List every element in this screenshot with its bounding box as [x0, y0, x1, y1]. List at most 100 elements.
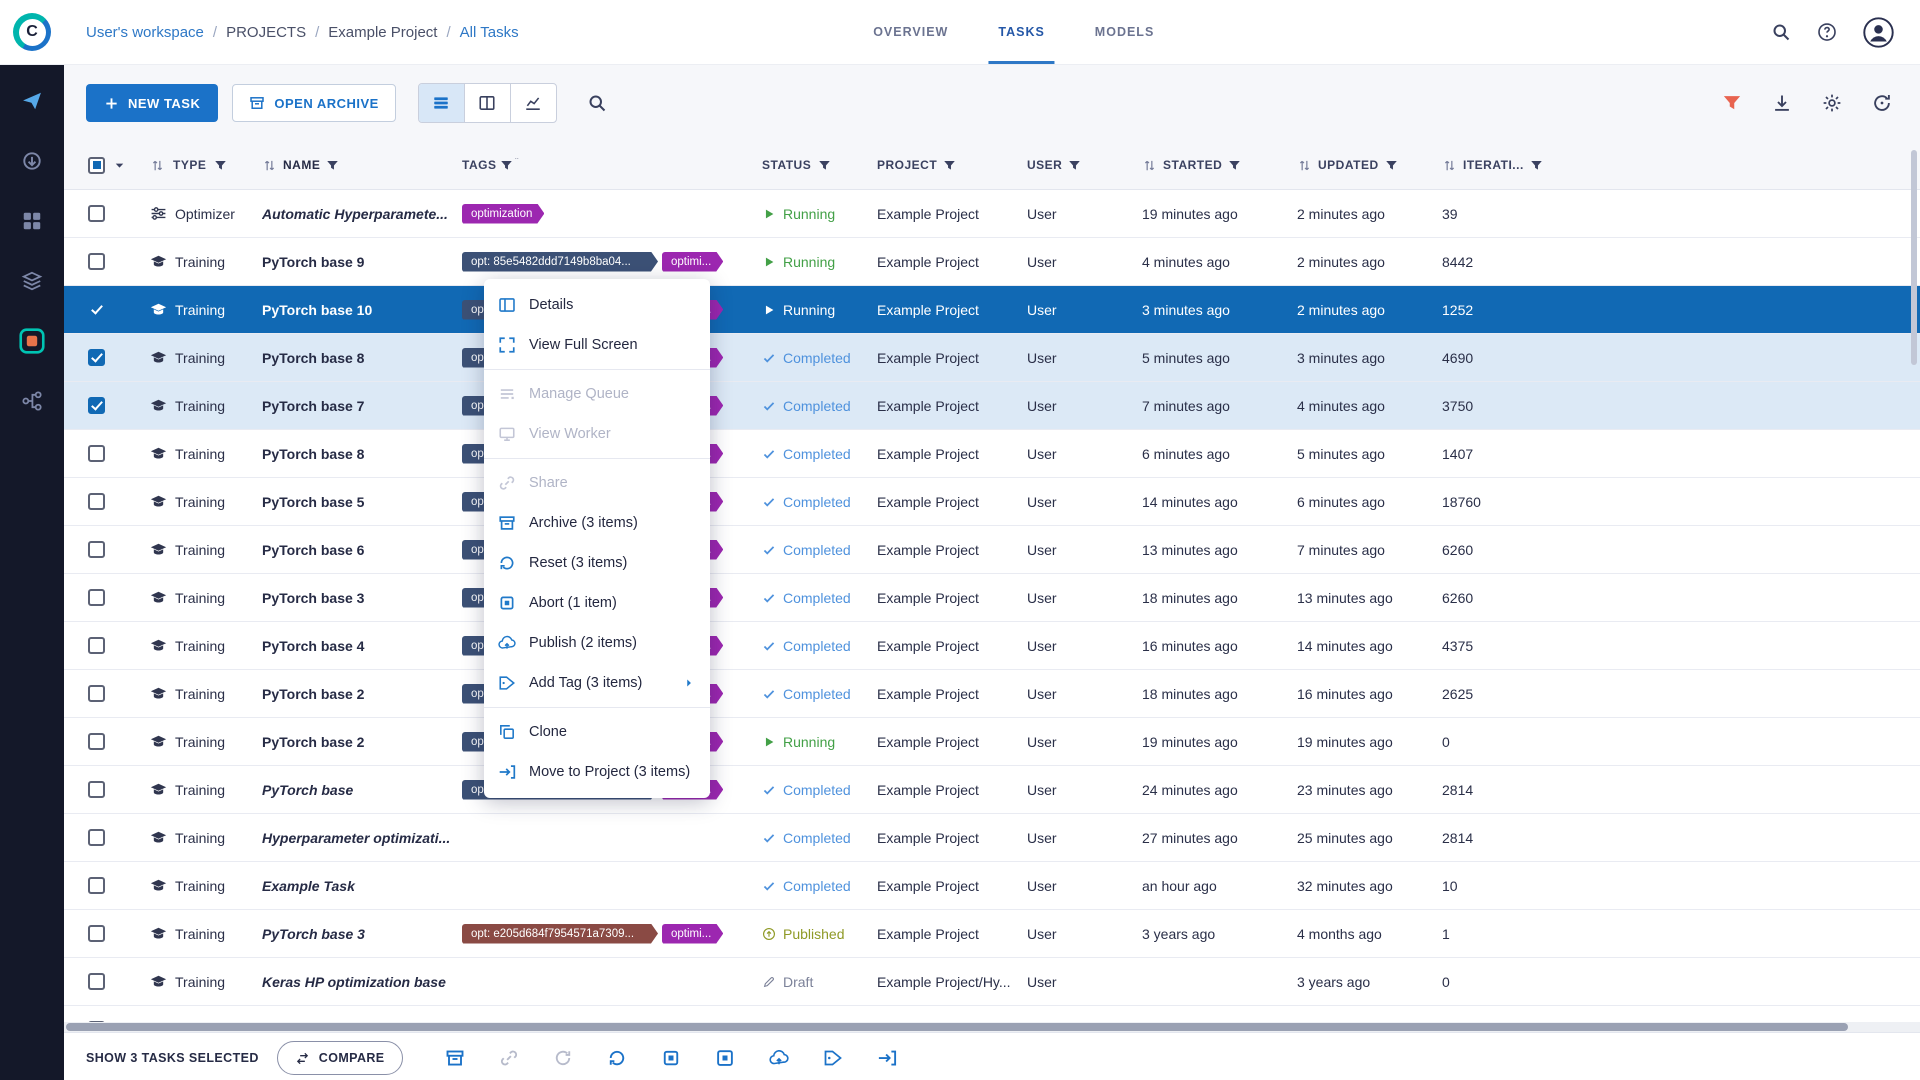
- tag-chip[interactable]: opt: 85e5482ddd7149b8ba04...: [462, 252, 658, 272]
- row-checkbox[interactable]: [88, 589, 105, 606]
- archive-action[interactable]: [445, 1048, 465, 1068]
- tag-chip[interactable]: optimization: [462, 204, 544, 224]
- task-row[interactable]: TrainingPyTorch base 2opt: ...optimi...R…: [64, 718, 1920, 766]
- task-row[interactable]: TrainingPyTorch base 5opt: ...optimi...C…: [64, 478, 1920, 526]
- filter-icon[interactable]: [1530, 159, 1543, 172]
- horizontal-scrollbar-thumb[interactable]: [66, 1023, 1848, 1031]
- task-row[interactable]: Optimizer Automatic Hyperparamete... optim…: [64, 190, 1920, 238]
- sidebar-item-dashboard[interactable]: [12, 201, 52, 241]
- horizontal-scrollbar[interactable]: [64, 1022, 1920, 1032]
- sidebar-item-pipelines[interactable]: [12, 381, 52, 421]
- card-view-button[interactable]: [465, 84, 511, 122]
- row-checkbox[interactable]: [88, 733, 105, 750]
- menu-item-abort-1-item[interactable]: Abort (1 item): [484, 583, 710, 623]
- row-checkbox[interactable]: [88, 925, 105, 942]
- sidebar-item-datasets[interactable]: [12, 261, 52, 301]
- menu-item-move-to-project-3-items[interactable]: Move to Project (3 items): [484, 752, 710, 792]
- filter-icon[interactable]: [1228, 159, 1241, 172]
- task-row[interactable]: Training PyTorch base 9 opt: 85e5482ddd714…: [64, 238, 1920, 286]
- search-icon[interactable]: [1771, 22, 1791, 42]
- row-checkbox[interactable]: [88, 445, 105, 462]
- task-row[interactable]: TrainingPyTorch base 4opt: ...optimi...C…: [64, 622, 1920, 670]
- filter-icon[interactable]: *: [500, 158, 519, 172]
- row-checkbox[interactable]: [88, 349, 105, 366]
- filter-icon[interactable]: [326, 159, 339, 172]
- row-checkbox[interactable]: [88, 205, 105, 222]
- filter-icon[interactable]: [1722, 93, 1742, 113]
- task-updated: 19 minutes ago: [1297, 733, 1393, 750]
- sidebar-item-model-serving[interactable]: [12, 141, 52, 181]
- menu-item-add-tag-3-items[interactable]: Add Tag (3 items): [484, 663, 710, 703]
- tab-overview[interactable]: OVERVIEW: [853, 0, 968, 64]
- search-icon[interactable]: [587, 93, 607, 113]
- chart-view-button[interactable]: [511, 84, 556, 122]
- task-row[interactable]: TrainingPyTorch base 8opt: ...optimi...C…: [64, 334, 1920, 382]
- task-row[interactable]: TrainingPyTorch base 6opt: ...optimi...C…: [64, 526, 1920, 574]
- cell-updated: 4 minutes ago: [1297, 382, 1442, 429]
- task-row[interactable]: TrainingPyTorch base 3opt: ...optimi...C…: [64, 574, 1920, 622]
- task-row[interactable]: TrainingPyTorch base 2opt: ...optimi...C…: [64, 670, 1920, 718]
- app-logo[interactable]: C: [0, 13, 64, 51]
- open-archive-button[interactable]: OPEN ARCHIVE: [232, 84, 396, 122]
- tag-chip[interactable]: opt: e205d684f7954571a7309...: [462, 924, 658, 944]
- task-row[interactable]: TrainingPyTorch base 8opt: ...optimi...C…: [64, 430, 1920, 478]
- row-checkbox[interactable]: [88, 877, 105, 894]
- filter-icon[interactable]: [818, 159, 831, 172]
- reset-action[interactable]: [607, 1048, 627, 1068]
- row-checkbox[interactable]: [88, 541, 105, 558]
- filter-icon[interactable]: [214, 159, 227, 172]
- row-checkbox[interactable]: [88, 253, 105, 270]
- task-row[interactable]: Training Example Task Completed Example Pro…: [64, 862, 1920, 910]
- menu-item-details[interactable]: Details: [484, 285, 710, 325]
- auto-refresh-icon[interactable]: [1872, 93, 1892, 113]
- row-checkbox[interactable]: [88, 301, 105, 318]
- cell-select: [64, 718, 150, 765]
- menu-item-view-full-screen[interactable]: View Full Screen: [484, 325, 710, 365]
- menu-item-clone[interactable]: Clone: [484, 712, 710, 752]
- task-row[interactable]: Training PyTorch base 3 opt: e205d684f7954…: [64, 910, 1920, 958]
- filter-icon[interactable]: [1385, 159, 1398, 172]
- sidebar-item-getting-started[interactable]: [12, 81, 52, 121]
- vertical-scrollbar[interactable]: [1911, 150, 1917, 365]
- task-row[interactable]: TrainingPyTorch base 10opt: ...optimi...…: [64, 286, 1920, 334]
- task-row[interactable]: Training Hyperparameter optimizati... Comp…: [64, 814, 1920, 862]
- task-row[interactable]: TrainingExample Experiment 2 CompletedExa…: [64, 1006, 1920, 1022]
- dequeue-action[interactable]: [715, 1048, 735, 1068]
- task-row[interactable]: Training Keras HP optimization base Draft E…: [64, 958, 1920, 1006]
- menu-item-archive-3-items[interactable]: Archive (3 items): [484, 503, 710, 543]
- filter-icon[interactable]: [943, 159, 956, 172]
- row-checkbox[interactable]: [88, 493, 105, 510]
- row-checkbox[interactable]: [88, 973, 105, 990]
- sidebar-item-projects[interactable]: [12, 321, 52, 361]
- tag-chip[interactable]: optimi...: [662, 924, 723, 944]
- row-checkbox[interactable]: [88, 685, 105, 702]
- abort-action[interactable]: [661, 1048, 681, 1068]
- row-checkbox[interactable]: [88, 637, 105, 654]
- tab-models[interactable]: MODELS: [1075, 0, 1174, 64]
- help-icon[interactable]: [1817, 22, 1837, 42]
- move-to-project-action[interactable]: [877, 1048, 897, 1068]
- breadcrumb-item-user-s-workspace[interactable]: User's workspace: [86, 24, 204, 41]
- row-checkbox[interactable]: [88, 829, 105, 846]
- compare-button[interactable]: COMPARE: [276, 1041, 403, 1075]
- row-checkbox[interactable]: [88, 397, 105, 414]
- task-row[interactable]: TrainingPyTorch baseopt: ...optimi...Com…: [64, 766, 1920, 814]
- table-view-button[interactable]: [418, 84, 465, 122]
- task-row[interactable]: TrainingPyTorch base 7opt: ...optimi...C…: [64, 382, 1920, 430]
- sort-icon: [150, 158, 165, 173]
- breadcrumb-item-all-tasks[interactable]: All Tasks: [460, 24, 519, 41]
- new-task-button[interactable]: NEW TASK: [86, 84, 219, 122]
- add-tag-action[interactable]: [823, 1048, 843, 1068]
- cell-started: 4 minutes ago: [1142, 238, 1297, 285]
- download-icon[interactable]: [1772, 93, 1792, 113]
- settings-icon[interactable]: [1822, 93, 1842, 113]
- row-checkbox[interactable]: [88, 781, 105, 798]
- menu-item-reset-3-items[interactable]: Reset (3 items): [484, 543, 710, 583]
- filter-icon[interactable]: [1068, 159, 1081, 172]
- avatar-icon[interactable]: [1863, 16, 1894, 48]
- publish-action[interactable]: [768, 1048, 789, 1068]
- tag-chip[interactable]: optimi...: [662, 252, 723, 272]
- menu-item-publish-2-items[interactable]: Publish (2 items): [484, 623, 710, 663]
- tab-tasks[interactable]: TASKS: [978, 0, 1064, 64]
- select-all-checkbox[interactable]: [88, 156, 105, 174]
